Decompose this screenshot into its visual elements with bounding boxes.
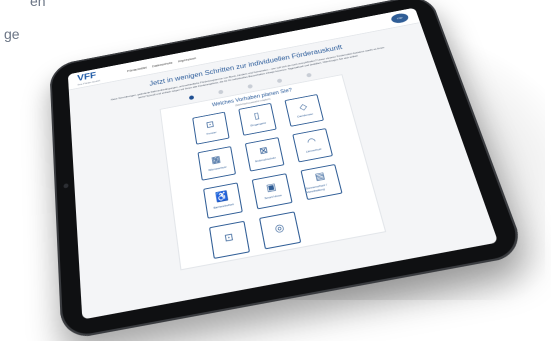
option-einbruchschutz[interactable]: ⊠ Einbruchschutz [244, 136, 285, 172]
side-text-line1: en [30, 0, 46, 9]
step-dot-1[interactable] [188, 95, 194, 101]
window-icon: ⊡ [205, 120, 216, 131]
shading-icon: ▤ [314, 171, 327, 184]
option-label: Dachfenster [296, 112, 314, 119]
option-barrierefreiheit[interactable]: ♿ Barrierefreiheit [203, 182, 243, 219]
option-laermschutz[interactable]: ◠ Lärmschutz [292, 127, 334, 163]
option-fenster[interactable]: ⊡ Fenster [192, 111, 230, 145]
step-dot-3[interactable] [246, 83, 253, 89]
option-eingangstuer[interactable]: ▯ Eingangstür [238, 102, 277, 136]
nav-item-datenschutz[interactable]: Datenschutz [152, 60, 173, 68]
option-grid: ⊡ Fenster ▯ Eingangstür ◇ Dachfenster ▦ Wärm… [162, 89, 383, 265]
option-sonnenschutz[interactable]: ▤ Sonnenschutz / Verschattung [300, 163, 343, 200]
option-label: Einbruchschutz [254, 156, 277, 164]
smart-home-icon: ▣ [265, 182, 278, 195]
option-label: Eingangstür [250, 121, 267, 128]
noise-icon: ◠ [306, 136, 318, 148]
option-icon: ⊡ [223, 232, 235, 245]
option-tile-10[interactable]: ⊡ [208, 220, 251, 259]
step-dot-5[interactable] [305, 72, 312, 78]
option-label: Lärmschutz [305, 147, 322, 154]
option-label: Fenster [206, 130, 217, 136]
option-smart-home[interactable]: ▣ Smart Home [251, 173, 293, 210]
camera-icon [63, 183, 69, 189]
nav-item-foerdermittel[interactable]: Fördermittel [127, 65, 147, 73]
option-dachfenster[interactable]: ◇ Dachfenster [284, 93, 324, 127]
door-icon: ▯ [253, 111, 261, 122]
roof-window-icon: ◇ [298, 102, 309, 113]
security-icon: ⊠ [258, 145, 270, 157]
option-icon: ◎ [273, 222, 286, 236]
option-label: Smart Home [264, 193, 283, 201]
insulation-icon: ▦ [210, 154, 222, 167]
trust-badge: TOP [389, 12, 410, 25]
step-dot-2[interactable] [217, 89, 224, 95]
option-waermeschutz[interactable]: ▦ Wärmeschutz [197, 145, 237, 181]
question-card: Welches Vorhaben planen Sie? (Mehrfachau… [159, 74, 387, 271]
nav-item-impressum[interactable]: Impressum [178, 56, 197, 63]
side-text-line2: ge [4, 26, 20, 42]
step-dot-4[interactable] [276, 78, 282, 84]
accessibility-icon: ♿ [215, 191, 230, 204]
option-label: Wärmeschutz [208, 165, 227, 173]
option-label: Sonnenschutz / Verschattung [305, 183, 328, 195]
option-tile-11[interactable]: ◎ [258, 211, 302, 250]
